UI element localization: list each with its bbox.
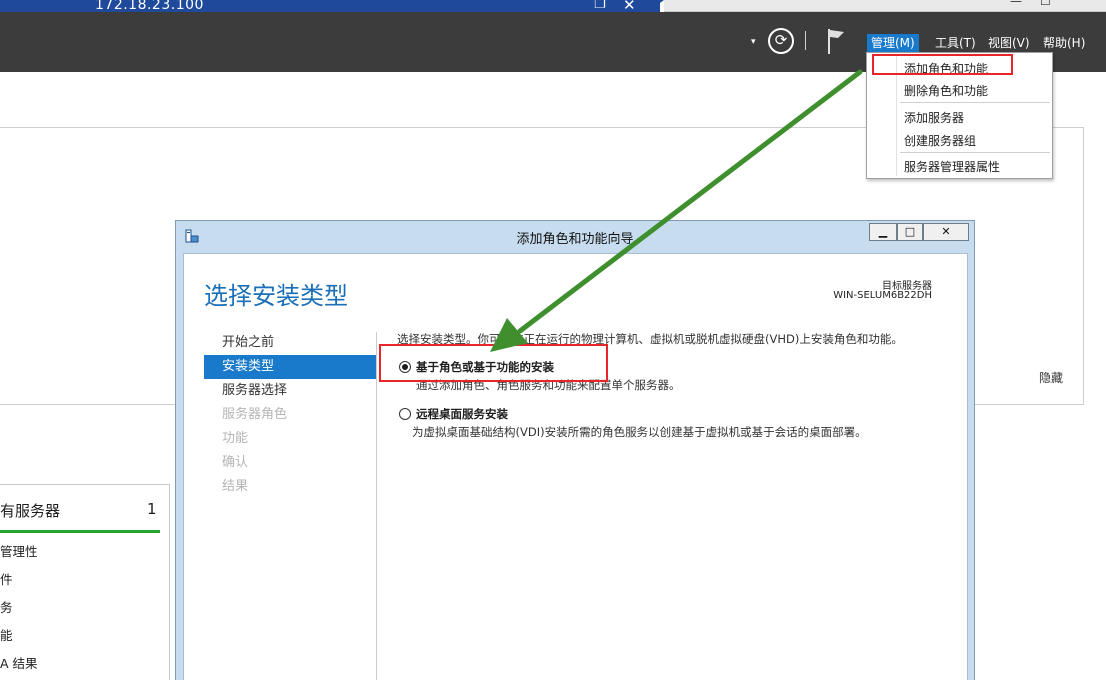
menu-item-remove-roles[interactable]: 删除角色和功能 xyxy=(904,82,988,99)
header-divider xyxy=(805,31,806,50)
menu-separator xyxy=(900,152,1050,153)
nav-confirmation: 确认 xyxy=(222,455,249,470)
wizard-close-button[interactable]: ✕ xyxy=(923,223,969,241)
wizard-minimize-button[interactable]: ▁ xyxy=(869,223,897,241)
nav-results: 结果 xyxy=(222,479,249,494)
outer-window-titlebar: — ☐ xyxy=(664,0,1106,12)
tile-count: 1 xyxy=(147,500,157,518)
tile-item[interactable]: 管理性 xyxy=(0,541,38,560)
add-roles-wizard: 添加角色和功能向导 ▁ □ ✕ 选择安装类型 目标服务器 WIN-SELUM6B… xyxy=(175,220,975,680)
nav-before-you-begin[interactable]: 开始之前 xyxy=(204,331,376,355)
menu-item-create-server-group[interactable]: 创建服务器组 xyxy=(904,132,976,149)
refresh-icon[interactable]: ⟳ xyxy=(768,28,794,54)
outer-minimize-button[interactable]: — xyxy=(1010,0,1022,8)
menu-item-add-server[interactable]: 添加服务器 xyxy=(904,109,964,126)
radio-remote-desktop[interactable] xyxy=(399,408,411,420)
wizard-maximize-button[interactable]: □ xyxy=(897,223,923,241)
wizard-body: 选择安装类型 目标服务器 WIN-SELUM6B22DH 开始之前 安装类型 服… xyxy=(183,253,968,680)
menu-tools[interactable]: 工具(T) xyxy=(931,34,980,52)
annotation-box-menu xyxy=(872,54,1013,75)
nav-features: 功能 xyxy=(222,431,249,446)
tile-item[interactable]: 能 xyxy=(0,625,13,644)
flag-icon[interactable] xyxy=(826,28,846,54)
page-title: 选择安装类型 xyxy=(204,282,348,310)
menu-help[interactable]: 帮助(H) xyxy=(1039,34,1089,52)
annotation-box-option xyxy=(379,344,608,382)
all-servers-tile: 有服务器 1 管理性 件 务 能 A 结果 xyxy=(0,484,170,680)
tile-item[interactable]: 务 xyxy=(0,597,13,616)
nav-installation-type[interactable]: 安装类型 xyxy=(204,355,376,379)
tile-item[interactable]: A 结果 xyxy=(0,653,38,672)
hide-link[interactable]: 隐藏 xyxy=(1039,369,1063,386)
tile-title[interactable]: 有服务器 xyxy=(0,500,60,521)
tile-item[interactable]: 件 xyxy=(0,569,13,588)
menu-manage[interactable]: 管理(M) xyxy=(867,34,919,52)
nav-server-roles: 服务器角色 xyxy=(222,407,288,422)
wizard-title: 添加角色和功能向导 xyxy=(516,232,634,247)
menu-item-properties[interactable]: 服务器管理器属性 xyxy=(904,158,1000,175)
option-remote-desktop-title[interactable]: 远程桌面服务安装 xyxy=(416,406,508,422)
target-server-name: WIN-SELUM6B22DH xyxy=(833,290,932,301)
outer-maximize-button[interactable]: ☐ xyxy=(1040,0,1051,8)
menu-separator xyxy=(900,102,1050,103)
option-remote-desktop-desc: 为虚拟桌面基础结构(VDI)安装所需的角色服务以创建基于虚拟机或基于会话的桌面部… xyxy=(412,425,867,439)
remote-restore-button[interactable]: ❐ xyxy=(594,0,606,12)
nav-divider xyxy=(376,332,377,680)
nav-server-selection[interactable]: 服务器选择 xyxy=(204,379,376,403)
chevron-down-icon[interactable]: ▾ xyxy=(751,37,756,47)
menu-view[interactable]: 视图(V) xyxy=(984,34,1034,52)
tile-status-bar xyxy=(0,530,160,533)
